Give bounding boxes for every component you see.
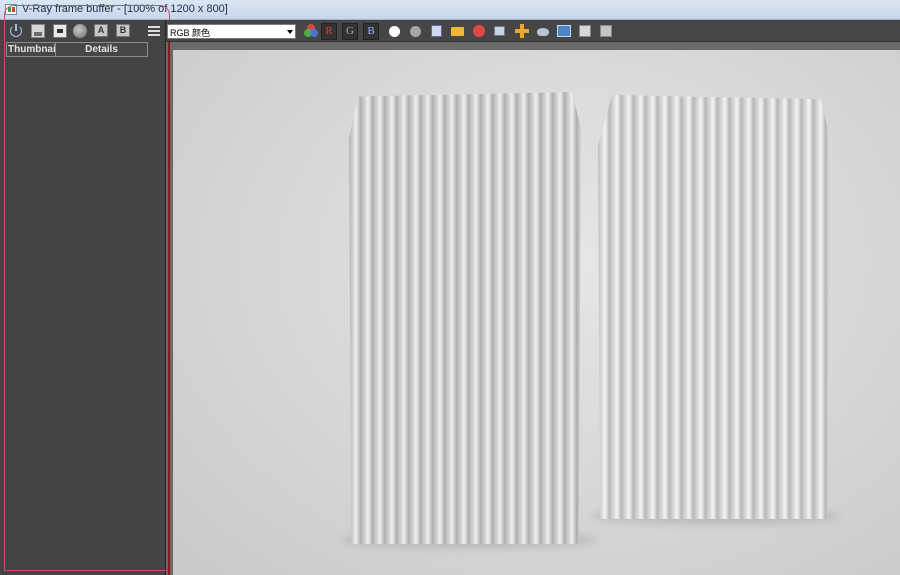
history-list-header: Thumbnail Details [6, 42, 148, 57]
title-bar: V-Ray frame buffer - [100% of 1200 x 800… [0, 0, 900, 20]
stereo-icon[interactable] [597, 22, 615, 40]
region-render-icon[interactable] [491, 22, 509, 40]
history-panel: A B Thumbnail Details [0, 20, 166, 575]
load-history-icon[interactable] [53, 24, 67, 38]
history-toolbar: A B [0, 20, 166, 42]
channel-select[interactable]: RGB 颜色 [167, 24, 296, 39]
column-details[interactable]: Details [56, 43, 147, 56]
channel-select-value: RGB 颜色 [170, 28, 211, 38]
compare-b-button[interactable]: B [116, 24, 130, 37]
stop-render-icon[interactable] [470, 22, 488, 40]
vray-app-icon [5, 4, 17, 15]
viewport-border [168, 42, 170, 575]
open-image-icon[interactable] [449, 22, 467, 40]
track-mouse-icon[interactable] [513, 22, 531, 40]
record-icon[interactable] [73, 24, 87, 38]
color-correction-icon[interactable] [302, 22, 320, 40]
white-display-icon[interactable] [386, 22, 404, 40]
curtain-left-render [349, 92, 581, 544]
main-toolbar: RGB 颜色 R G B [166, 20, 900, 42]
green-channel-button[interactable]: G [342, 23, 358, 40]
power-icon[interactable] [9, 24, 23, 38]
curtain-right-render [598, 95, 830, 519]
menu-icon[interactable] [148, 26, 160, 36]
compare-icon[interactable] [576, 22, 594, 40]
rendered-image[interactable] [173, 50, 900, 575]
red-channel-button[interactable]: R [321, 23, 337, 40]
window-title: V-Ray frame buffer - [100% of 1200 x 800… [22, 3, 228, 15]
lens-effects-icon[interactable] [555, 22, 573, 40]
blue-channel-button[interactable]: B [363, 23, 379, 40]
chevron-down-icon [287, 30, 293, 34]
compare-a-button[interactable]: A [94, 24, 108, 37]
save-image-icon[interactable] [428, 22, 446, 40]
render-last-icon[interactable] [534, 22, 552, 40]
save-history-icon[interactable] [31, 24, 45, 38]
column-thumbnail[interactable]: Thumbnail [7, 43, 56, 56]
mono-display-icon[interactable] [407, 22, 425, 40]
